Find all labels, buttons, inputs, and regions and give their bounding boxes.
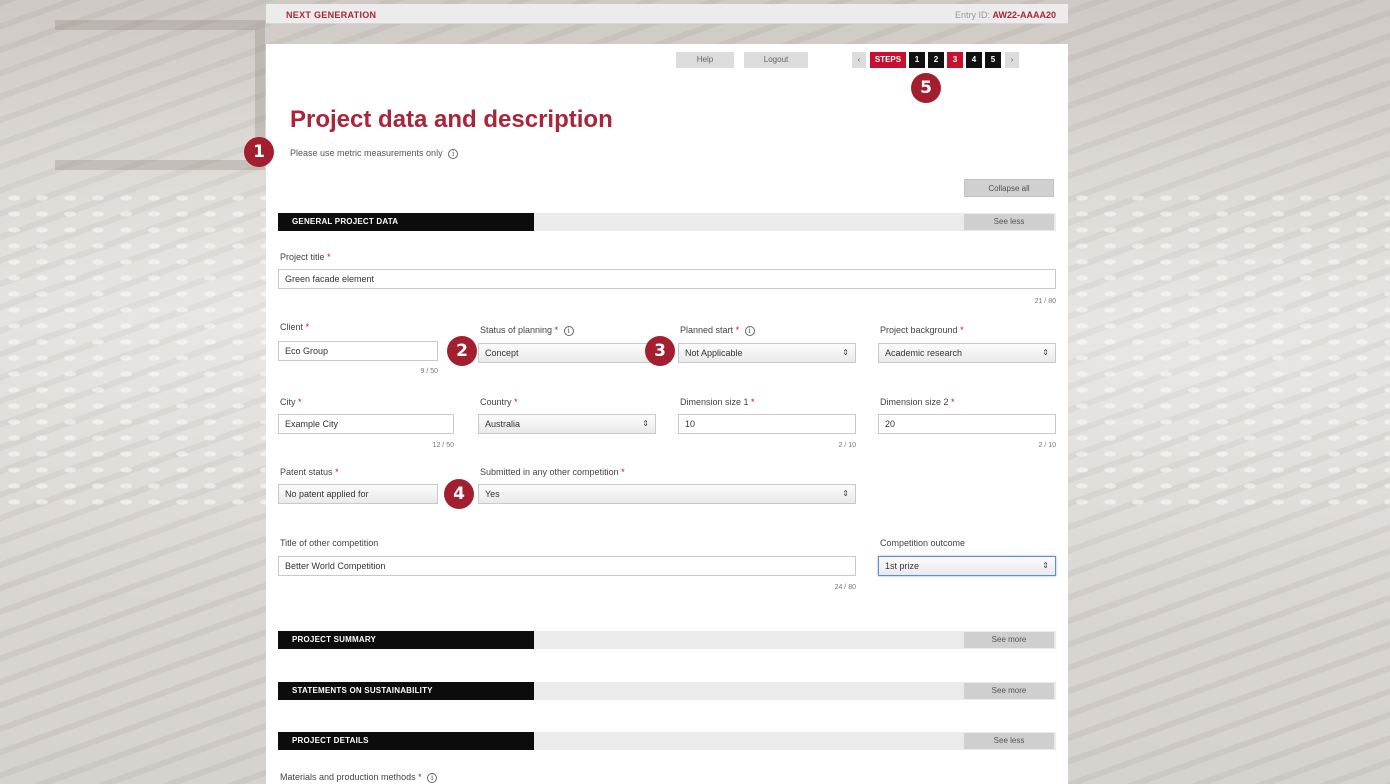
step-2-button[interactable]: 2 [928,52,944,68]
city-input[interactable]: Example City [278,414,454,434]
city-label: City * [280,397,302,407]
help-button[interactable]: Help [676,52,734,68]
info-icon[interactable]: i [744,325,755,336]
competition-outcome-label: Competition outcome [880,538,966,548]
see-more-button[interactable]: See more [964,632,1054,648]
section-title: PROJECT SUMMARY [278,631,534,649]
background-frame [55,20,265,170]
background-pattern-right [1068,190,1390,510]
dimension-1-label: Dimension size 1 * [680,397,755,407]
dimension-1-input[interactable]: 10 [678,414,856,434]
competition-outcome-select[interactable]: 1st prize ⇕ [878,556,1056,576]
dimension-2-input[interactable]: 20 [878,414,1056,434]
materials-label: Materials and production methods * i [280,772,438,783]
competition-title-counter: 24 / 80 [834,584,856,591]
country-select[interactable]: Australia ⇕ [478,414,656,434]
competition-title-input[interactable]: Better World Competition [278,556,856,576]
step-3-button[interactable]: 3 [947,52,963,68]
project-title-label: Project title * [280,252,331,262]
section-general-project-data: GENERAL PROJECT DATA See less [278,213,1056,231]
step-1-button[interactable]: 1 [909,52,925,68]
top-bar: NEXT GENERATION Entry ID: AW22-AAAA20 [266,4,1068,24]
section-title: GENERAL PROJECT DATA [278,213,534,231]
logout-button[interactable]: Logout [744,52,808,68]
status-planning-select[interactable]: Concept [478,343,654,363]
client-counter: 9 / 50 [420,368,438,375]
steps-label: STEPS [870,52,906,68]
background-pattern-left [0,190,270,510]
section-project-details: PROJECT DETAILS See less [278,732,1056,750]
callout-badge-2: 2 [447,336,477,366]
client-input[interactable]: Eco Group [278,341,438,361]
callout-badge-3: 3 [645,336,675,366]
see-less-button[interactable]: See less [964,214,1054,230]
section-project-summary: PROJECT SUMMARY See more [278,631,1056,649]
country-label: Country * [480,397,518,407]
select-arrows-icon: ⇕ [842,489,849,498]
page-title: Project data and description [290,106,613,133]
brand-label: NEXT GENERATION [286,10,377,20]
planned-start-label: Planned start * i [680,325,755,336]
see-less-button[interactable]: See less [964,733,1054,749]
section-sustainability: STATEMENTS ON SUSTAINABILITY See more [278,682,1056,700]
city-counter: 12 / 50 [432,442,454,449]
main-panel: Help Logout ‹ STEPS 1 2 3 4 5 › Project … [266,44,1068,784]
steps-next-button[interactable]: › [1005,52,1019,68]
patent-status-label: Patent status * [280,467,339,477]
dimension-1-counter: 2 / 10 [838,442,856,449]
dimension-2-label: Dimension size 2 * [880,397,955,407]
info-icon[interactable]: i [563,325,574,336]
entry-id: Entry ID: AW22-AAAA20 [954,10,1056,20]
other-competition-label: Submitted in any other competition * [480,467,625,477]
patent-status-select[interactable]: No patent applied for [278,484,438,504]
info-icon[interactable]: i [448,148,459,159]
planned-start-select[interactable]: Not Applicable ⇕ [678,343,856,363]
client-label: Client * [280,322,310,332]
page-subtitle: Please use metric measurements only i [290,148,459,159]
select-arrows-icon: ⇕ [642,419,649,428]
callout-badge-4: 4 [444,479,474,509]
status-planning-label: Status of planning * i [480,325,574,336]
select-arrows-icon: ⇕ [1042,348,1049,357]
section-title: STATEMENTS ON SUSTAINABILITY [278,682,534,700]
project-title-input[interactable]: Green facade element [278,269,1056,289]
step-4-button[interactable]: 4 [966,52,982,68]
project-background-select[interactable]: Academic research ⇕ [878,343,1056,363]
select-arrows-icon: ⇕ [842,348,849,357]
select-arrows-icon: ⇕ [1042,561,1049,570]
project-title-counter: 21 / 80 [1034,298,1056,305]
project-background-label: Project background * [880,325,964,335]
steps-prev-button[interactable]: ‹ [852,52,866,68]
step-5-button[interactable]: 5 [985,52,1001,68]
collapse-all-button[interactable]: Collapse all [964,179,1054,197]
section-title: PROJECT DETAILS [278,732,534,750]
callout-badge-1: 1 [244,137,274,167]
see-more-button[interactable]: See more [964,683,1054,699]
competition-title-label: Title of other competition [280,538,379,548]
info-icon[interactable]: i [427,772,438,783]
dimension-2-counter: 2 / 10 [1038,442,1056,449]
other-competition-select[interactable]: Yes ⇕ [478,484,856,504]
callout-badge-5: 5 [911,73,941,103]
